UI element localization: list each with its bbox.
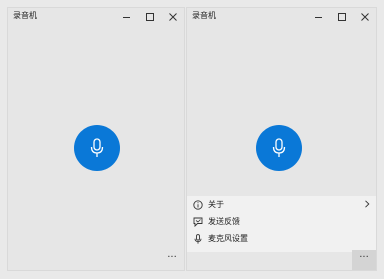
- window-title: 录音机: [13, 11, 37, 20]
- record-button[interactable]: [74, 125, 120, 171]
- more-icon: ...: [359, 249, 369, 260]
- maximize-button[interactable]: [138, 8, 161, 26]
- close-button[interactable]: [161, 8, 184, 26]
- chevron-right-icon: [365, 200, 370, 208]
- menu-item-send-feedback[interactable]: 发送反馈: [187, 213, 376, 230]
- microphone-icon: [272, 138, 286, 157]
- caption-buttons: [115, 8, 184, 26]
- menu-item-label: 关于: [208, 200, 224, 209]
- menu-item-microphone-settings[interactable]: 麦克风设置: [187, 230, 376, 247]
- menu-item-about[interactable]: 关于: [187, 196, 376, 213]
- maximize-icon: [145, 13, 154, 21]
- minimize-button[interactable]: [307, 8, 330, 26]
- info-icon: [193, 199, 203, 210]
- menu-item-label: 发送反馈: [208, 217, 240, 226]
- record-button[interactable]: [256, 125, 302, 171]
- title-bar[interactable]: 录音机: [187, 8, 376, 26]
- close-icon: [360, 13, 369, 21]
- window-title: 录音机: [192, 11, 216, 20]
- maximize-icon: [337, 13, 346, 21]
- more-icon: ...: [167, 249, 177, 260]
- maximize-button[interactable]: [330, 8, 353, 26]
- minimize-button[interactable]: [115, 8, 138, 26]
- minimize-icon: [123, 17, 130, 18]
- more-options-menu: 关于 发送反馈 麦克风设置: [187, 196, 376, 252]
- title-bar[interactable]: 录音机: [8, 8, 184, 26]
- voice-recorder-window: 录音机 ...: [7, 7, 185, 271]
- microphone-icon: [193, 233, 203, 244]
- menu-item-label: 麦克风设置: [208, 234, 248, 243]
- more-options-button[interactable]: ...: [160, 250, 184, 270]
- close-icon: [168, 13, 177, 21]
- voice-recorder-window: 录音机 关于 发送反馈 麦克风设置 ...: [186, 7, 377, 271]
- caption-buttons: [307, 8, 376, 26]
- microphone-icon: [90, 138, 104, 157]
- more-options-button[interactable]: ...: [352, 250, 376, 270]
- feedback-icon: [193, 217, 203, 227]
- minimize-icon: [315, 17, 322, 18]
- close-button[interactable]: [353, 8, 376, 26]
